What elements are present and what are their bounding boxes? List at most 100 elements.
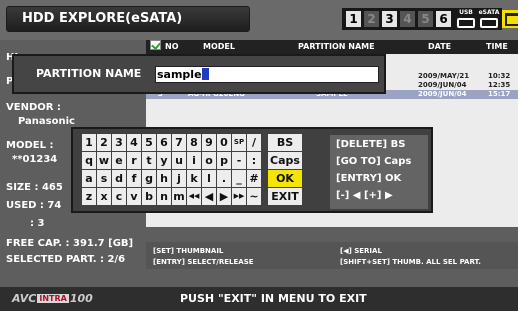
key-char[interactable]: i: [187, 152, 201, 169]
slot-indicator: 4: [400, 11, 415, 27]
key-ok[interactable]: OK: [268, 170, 302, 187]
key-char[interactable]: m: [172, 188, 186, 205]
key-exit[interactable]: EXIT: [268, 188, 302, 205]
key-char[interactable]: r: [127, 152, 141, 169]
col-date: DATE: [428, 42, 452, 51]
col-partition: PARTITION NAME: [298, 42, 375, 51]
hint-shift: [SHIFT+SET] THUMB. ALL SEL PART.: [340, 258, 481, 266]
text-cursor: [201, 68, 209, 80]
key-char[interactable]: 8: [187, 134, 201, 151]
partition-name-value: sample: [157, 68, 202, 81]
key-char[interactable]: ~: [247, 188, 261, 205]
key-char[interactable]: -: [232, 152, 246, 169]
key-caps[interactable]: Caps: [268, 152, 302, 169]
key-char[interactable]: 4: [127, 134, 141, 151]
key-hints: [SET] THUMBNAIL [ENTRY] SELECT/RELEASE […: [146, 242, 518, 269]
partition-name-input[interactable]: sample: [155, 66, 379, 83]
shortcut-entry: [ENTRY] OK: [336, 173, 402, 184]
key-char[interactable]: f: [127, 170, 141, 187]
key-char[interactable]: ▶▶: [232, 188, 246, 205]
key-char[interactable]: e: [112, 152, 126, 169]
hdd-explore-screen: HDD EXPLORE(eSATA) 1 2 3 4 5 6 USB eSATA…: [0, 0, 518, 311]
row-time: 15:17: [488, 90, 511, 98]
key-char[interactable]: h: [157, 170, 171, 187]
hint-entry: [ENTRY] SELECT/RELEASE: [153, 258, 254, 266]
key-char[interactable]: 5: [142, 134, 156, 151]
partition-name-dialog: PARTITION NAME sample: [12, 54, 386, 94]
slot-indicator: 2: [364, 11, 379, 27]
key-char[interactable]: ◀◀: [187, 188, 201, 205]
slot-indicator: 3: [382, 11, 397, 27]
key-char[interactable]: d: [112, 170, 126, 187]
shortcut-arrows: [-] ◀ [+] ▶: [336, 190, 393, 201]
avc-intra-logo: AVC INTRA 100: [12, 292, 93, 305]
vendor-label: VENDOR :: [6, 102, 61, 113]
key-char[interactable]: k: [187, 170, 201, 187]
usb-label: USB: [459, 9, 473, 16]
key-char[interactable]: SP: [232, 134, 246, 151]
size-value: SIZE : 465: [6, 182, 63, 193]
key-char[interactable]: y: [157, 152, 171, 169]
list-header: NO MODEL PARTITION NAME DATE TIME: [146, 40, 518, 54]
key-char[interactable]: a: [82, 170, 96, 187]
key-char[interactable]: s: [97, 170, 111, 187]
key-char[interactable]: o: [202, 152, 216, 169]
row-date: 2009/MAY/21: [418, 72, 470, 80]
vendor-value: Panasonic: [18, 116, 75, 127]
key-char[interactable]: 7: [172, 134, 186, 151]
key-char[interactable]: p: [217, 152, 231, 169]
used-value: USED : 74: [6, 200, 62, 211]
selected-partition: SELECTED PART. : 2/6: [6, 254, 126, 265]
exit-message: PUSH "EXIT" IN MENU TO EXIT: [180, 292, 367, 305]
card-icon: [502, 10, 518, 28]
usb-hdd-icon: USB: [455, 9, 477, 29]
title-bar: HDD EXPLORE(eSATA) 1 2 3 4 5 6 USB eSATA: [0, 0, 518, 40]
key-char[interactable]: l: [202, 170, 216, 187]
key-char[interactable]: 3: [112, 134, 126, 151]
key-char[interactable]: w: [97, 152, 111, 169]
soft-keyboard: 1 2 3 4 5 6 7 8 9 0 SP / BS q w e r t y u i o p -: Caps a s d f g h j k l…: [71, 127, 433, 213]
esata-hdd-icon: eSATA: [476, 9, 502, 29]
screen-title: HDD EXPLORE(eSATA): [6, 6, 250, 32]
row-date: 2009/JUN/04: [418, 90, 467, 98]
keyboard-shortcuts: [DELETE] BS [GO TO] Caps [ENTRY] OK [-] …: [330, 135, 428, 209]
key-char[interactable]: 9: [202, 134, 216, 151]
bottom-bar: AVC INTRA 100 PUSH "EXIT" IN MENU TO EXIT: [0, 287, 518, 311]
key-char[interactable]: 2: [97, 134, 111, 151]
key-bs[interactable]: BS: [268, 134, 302, 151]
model-value: **01234: [12, 154, 58, 165]
slot-indicator: 6: [436, 11, 451, 27]
key-char[interactable]: /: [247, 134, 261, 151]
key-char[interactable]: 0: [217, 134, 231, 151]
model-label: MODEL :: [6, 140, 54, 151]
key-char[interactable]: ▶: [217, 188, 231, 205]
shortcut-goto: [GO TO] Caps: [336, 156, 412, 167]
key-char[interactable]: c: [112, 188, 126, 205]
slot-indicator: 1: [346, 11, 361, 27]
key-char[interactable]: :: [247, 152, 261, 169]
key-char[interactable]: u: [172, 152, 186, 169]
col-model: MODEL: [203, 42, 235, 51]
hint-serial: [◀] SERIAL: [340, 247, 382, 255]
key-char[interactable]: q: [82, 152, 96, 169]
key-char[interactable]: 6: [157, 134, 171, 151]
esata-label: eSATA: [478, 9, 500, 16]
key-char[interactable]: ◀: [202, 188, 216, 205]
key-char[interactable]: n: [157, 188, 171, 205]
key-char[interactable]: v: [127, 188, 141, 205]
key-char[interactable]: t: [142, 152, 156, 169]
key-char[interactable]: #: [247, 170, 261, 187]
key-char[interactable]: b: [142, 188, 156, 205]
row-date: 2009/JUN/04: [418, 81, 467, 89]
shortcut-delete: [DELETE] BS: [336, 139, 406, 150]
key-char[interactable]: j: [172, 170, 186, 187]
col-time: TIME: [486, 42, 508, 51]
key-char[interactable]: g: [142, 170, 156, 187]
key-char[interactable]: x: [97, 188, 111, 205]
select-all-checkbox[interactable]: [150, 40, 161, 50]
key-char[interactable]: .: [217, 170, 231, 187]
key-char[interactable]: _: [232, 170, 246, 187]
key-char[interactable]: z: [82, 188, 96, 205]
col-no: NO: [165, 42, 179, 51]
key-char[interactable]: 1: [82, 134, 96, 151]
